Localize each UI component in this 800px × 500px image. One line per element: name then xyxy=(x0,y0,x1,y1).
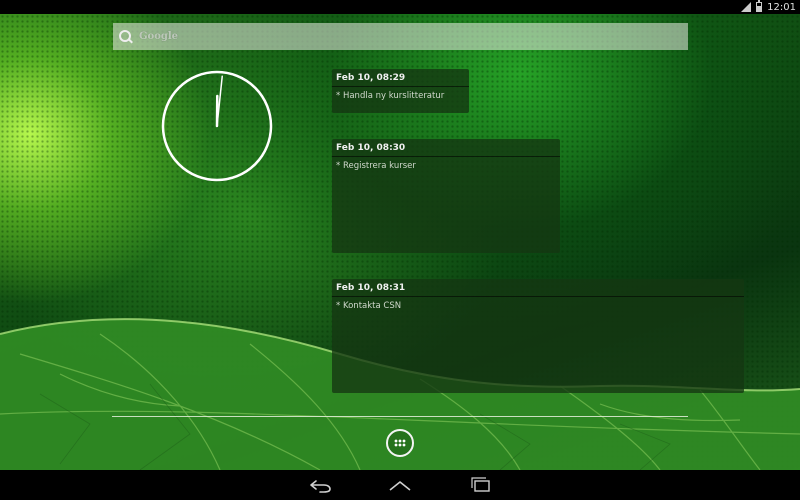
note-date: Feb 10, 08:30 xyxy=(332,139,560,157)
all-apps-icon xyxy=(394,439,406,447)
battery-icon xyxy=(756,0,763,12)
note-widget[interactable]: Feb 10, 08:29 * Handla ny kurslitteratur xyxy=(332,69,469,113)
note-date: Feb 10, 08:29 xyxy=(332,69,469,87)
back-icon[interactable] xyxy=(308,476,332,494)
recents-icon[interactable] xyxy=(469,476,493,494)
home-icon[interactable] xyxy=(388,476,412,494)
note-widget[interactable]: Feb 10, 08:30 * Registrera kurser xyxy=(332,139,560,253)
status-icons: 12:01 xyxy=(741,0,796,14)
status-time: 12:01 xyxy=(767,1,796,13)
clock-face xyxy=(161,70,273,182)
note-widget[interactable]: Feb 10, 08:31 * Kontakta CSN xyxy=(332,279,744,393)
dock-divider xyxy=(112,416,688,417)
all-apps-button[interactable] xyxy=(386,429,414,457)
note-text: * Kontakta CSN xyxy=(336,301,402,311)
note-text: * Handla ny kurslitteratur xyxy=(336,91,445,101)
note-date: Feb 10, 08:31 xyxy=(332,279,744,297)
status-bar: 12:01 xyxy=(0,0,800,14)
google-logo: Google xyxy=(139,31,179,42)
navigation-bar xyxy=(0,470,800,500)
google-search-bar[interactable]: Google xyxy=(113,23,688,50)
search-icon xyxy=(119,29,133,44)
note-text: * Registrera kurser xyxy=(336,161,416,171)
signal-icon xyxy=(741,2,752,12)
analog-clock-widget[interactable] xyxy=(161,70,273,182)
